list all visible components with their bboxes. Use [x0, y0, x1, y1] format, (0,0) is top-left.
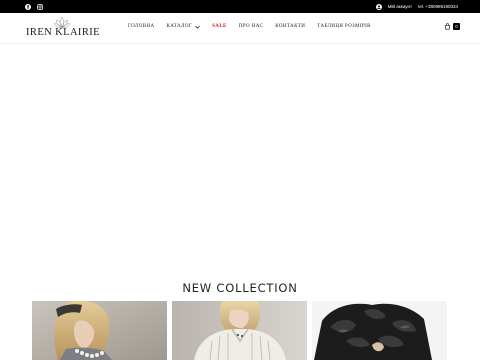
nav-item-0[interactable]: ГОЛОВНА [128, 24, 155, 29]
hero-banner [0, 44, 480, 270]
main-nav: ГОЛОВНА КАТАЛОГ SALE ПРО НАС КОНТАКТИ ТАБЛИЦЯ… [128, 24, 383, 29]
product-image [172, 301, 307, 360]
top-bar: Мій аккаунт tel. +380989190334 [0, 0, 480, 13]
account-link[interactable]: Мій аккаунт [388, 4, 412, 9]
account-bar: Мій аккаунт tel. +380989190334 [375, 3, 458, 10]
cart-count-badge: 0 [453, 23, 460, 30]
phone-number[interactable]: tel. +380989190334 [418, 4, 458, 9]
product-image [312, 301, 447, 360]
nav-item-label: КОНТАКТИ [275, 24, 306, 29]
instagram-icon[interactable] [37, 3, 43, 10]
nav-item-1[interactable]: КАТАЛОГ [167, 24, 201, 29]
cart-icon [444, 23, 451, 30]
product-card[interactable] [312, 301, 447, 360]
chevron-down-icon [195, 25, 200, 29]
logo[interactable]: IREN KLAIRIE [24, 16, 102, 42]
product-image [32, 301, 167, 360]
nav-item-label: SALE [212, 24, 227, 29]
nav-item-label: ТАБЛИЦЯ РОЗМІРІВ [317, 24, 371, 29]
nav-item-label: ГОЛОВНА [128, 24, 155, 29]
logo-text: IREN KLAIRIE [26, 27, 100, 38]
nav-item-label: КАТАЛОГ [166, 24, 193, 29]
nav-item-4[interactable]: КОНТАКТИ [275, 24, 305, 29]
collection-title: NEW COLLECTION [182, 281, 298, 295]
nav-item-3[interactable]: ПРО НАС [239, 24, 263, 29]
product-grid [32, 301, 447, 360]
nav-item-5[interactable]: ТАБЛИЦЯ РОЗМІРІВ [317, 24, 371, 29]
cart-button[interactable]: 0 [444, 23, 460, 30]
nav-item-2[interactable]: SALE [212, 24, 227, 29]
site-header: IREN KLAIRIE ГОЛОВНА КАТАЛОГ SALE ПРО НАС КО… [0, 13, 480, 44]
facebook-icon[interactable] [25, 3, 31, 10]
user-icon[interactable] [375, 3, 382, 10]
product-card[interactable] [172, 301, 307, 360]
social-links [25, 3, 43, 10]
product-card[interactable] [32, 301, 167, 360]
nav-item-label: ПРО НАС [238, 24, 264, 29]
